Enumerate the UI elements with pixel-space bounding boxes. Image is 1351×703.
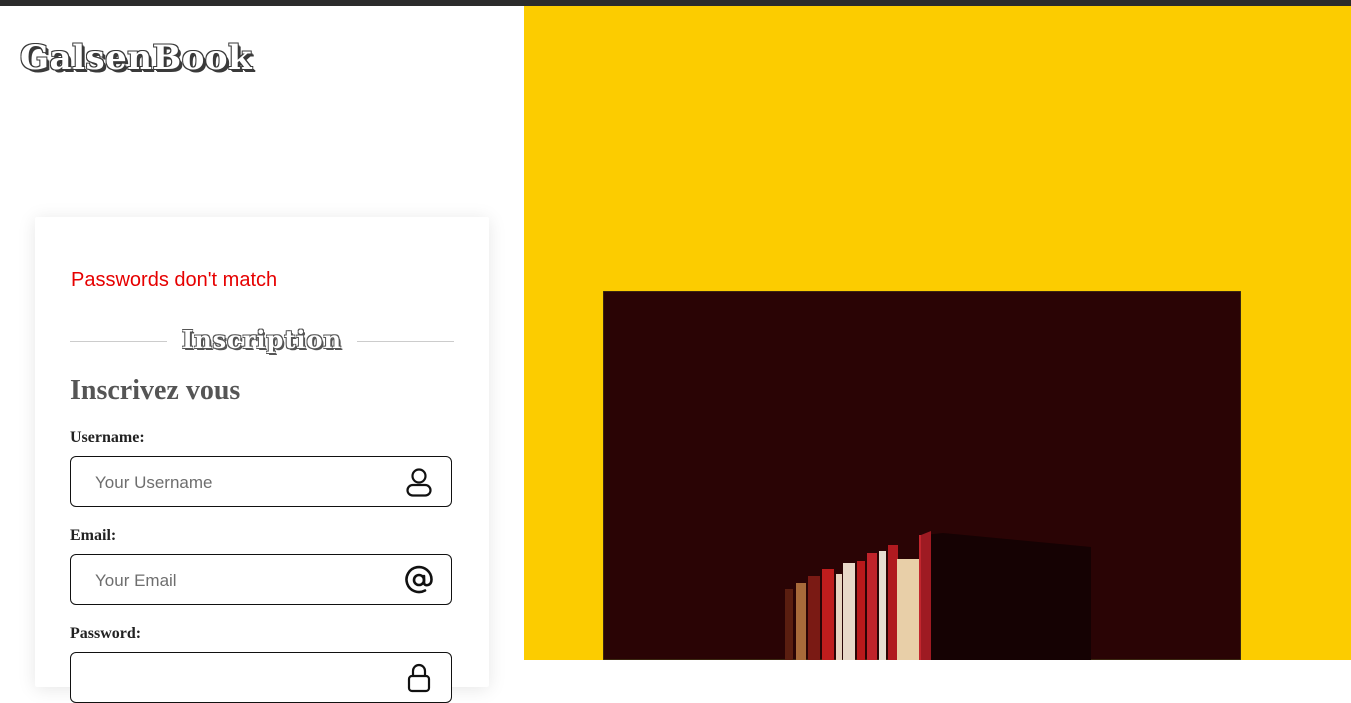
- books-photo: [603, 291, 1241, 660]
- email-label: Email:: [70, 527, 117, 544]
- password-input[interactable]: [93, 667, 397, 691]
- username-label: Username:: [70, 429, 145, 446]
- error-message: Passwords don't match: [71, 269, 278, 291]
- email-field[interactable]: [70, 554, 452, 605]
- brand-logo[interactable]: GalsenBook: [20, 38, 252, 78]
- section-title: Inscription: [181, 325, 342, 354]
- form-subtitle: Inscrivez vous: [70, 375, 241, 406]
- email-input[interactable]: [93, 569, 397, 593]
- user-icon: [406, 468, 432, 497]
- left-pane: GalsenBook Passwords don't match Inscrip…: [0, 6, 524, 703]
- divider-line-right: [357, 341, 454, 342]
- right-pane: [524, 6, 1351, 660]
- password-label: Password:: [70, 625, 142, 642]
- section-divider: Inscription: [70, 325, 454, 361]
- books-illustration: [603, 291, 1241, 660]
- username-input[interactable]: [93, 471, 397, 495]
- at-sign-icon: [405, 565, 433, 594]
- lock-icon: [407, 663, 431, 693]
- divider-line-left: [70, 341, 167, 342]
- signup-card: Passwords don't match Inscription Inscri…: [35, 217, 489, 703]
- username-field[interactable]: [70, 456, 452, 507]
